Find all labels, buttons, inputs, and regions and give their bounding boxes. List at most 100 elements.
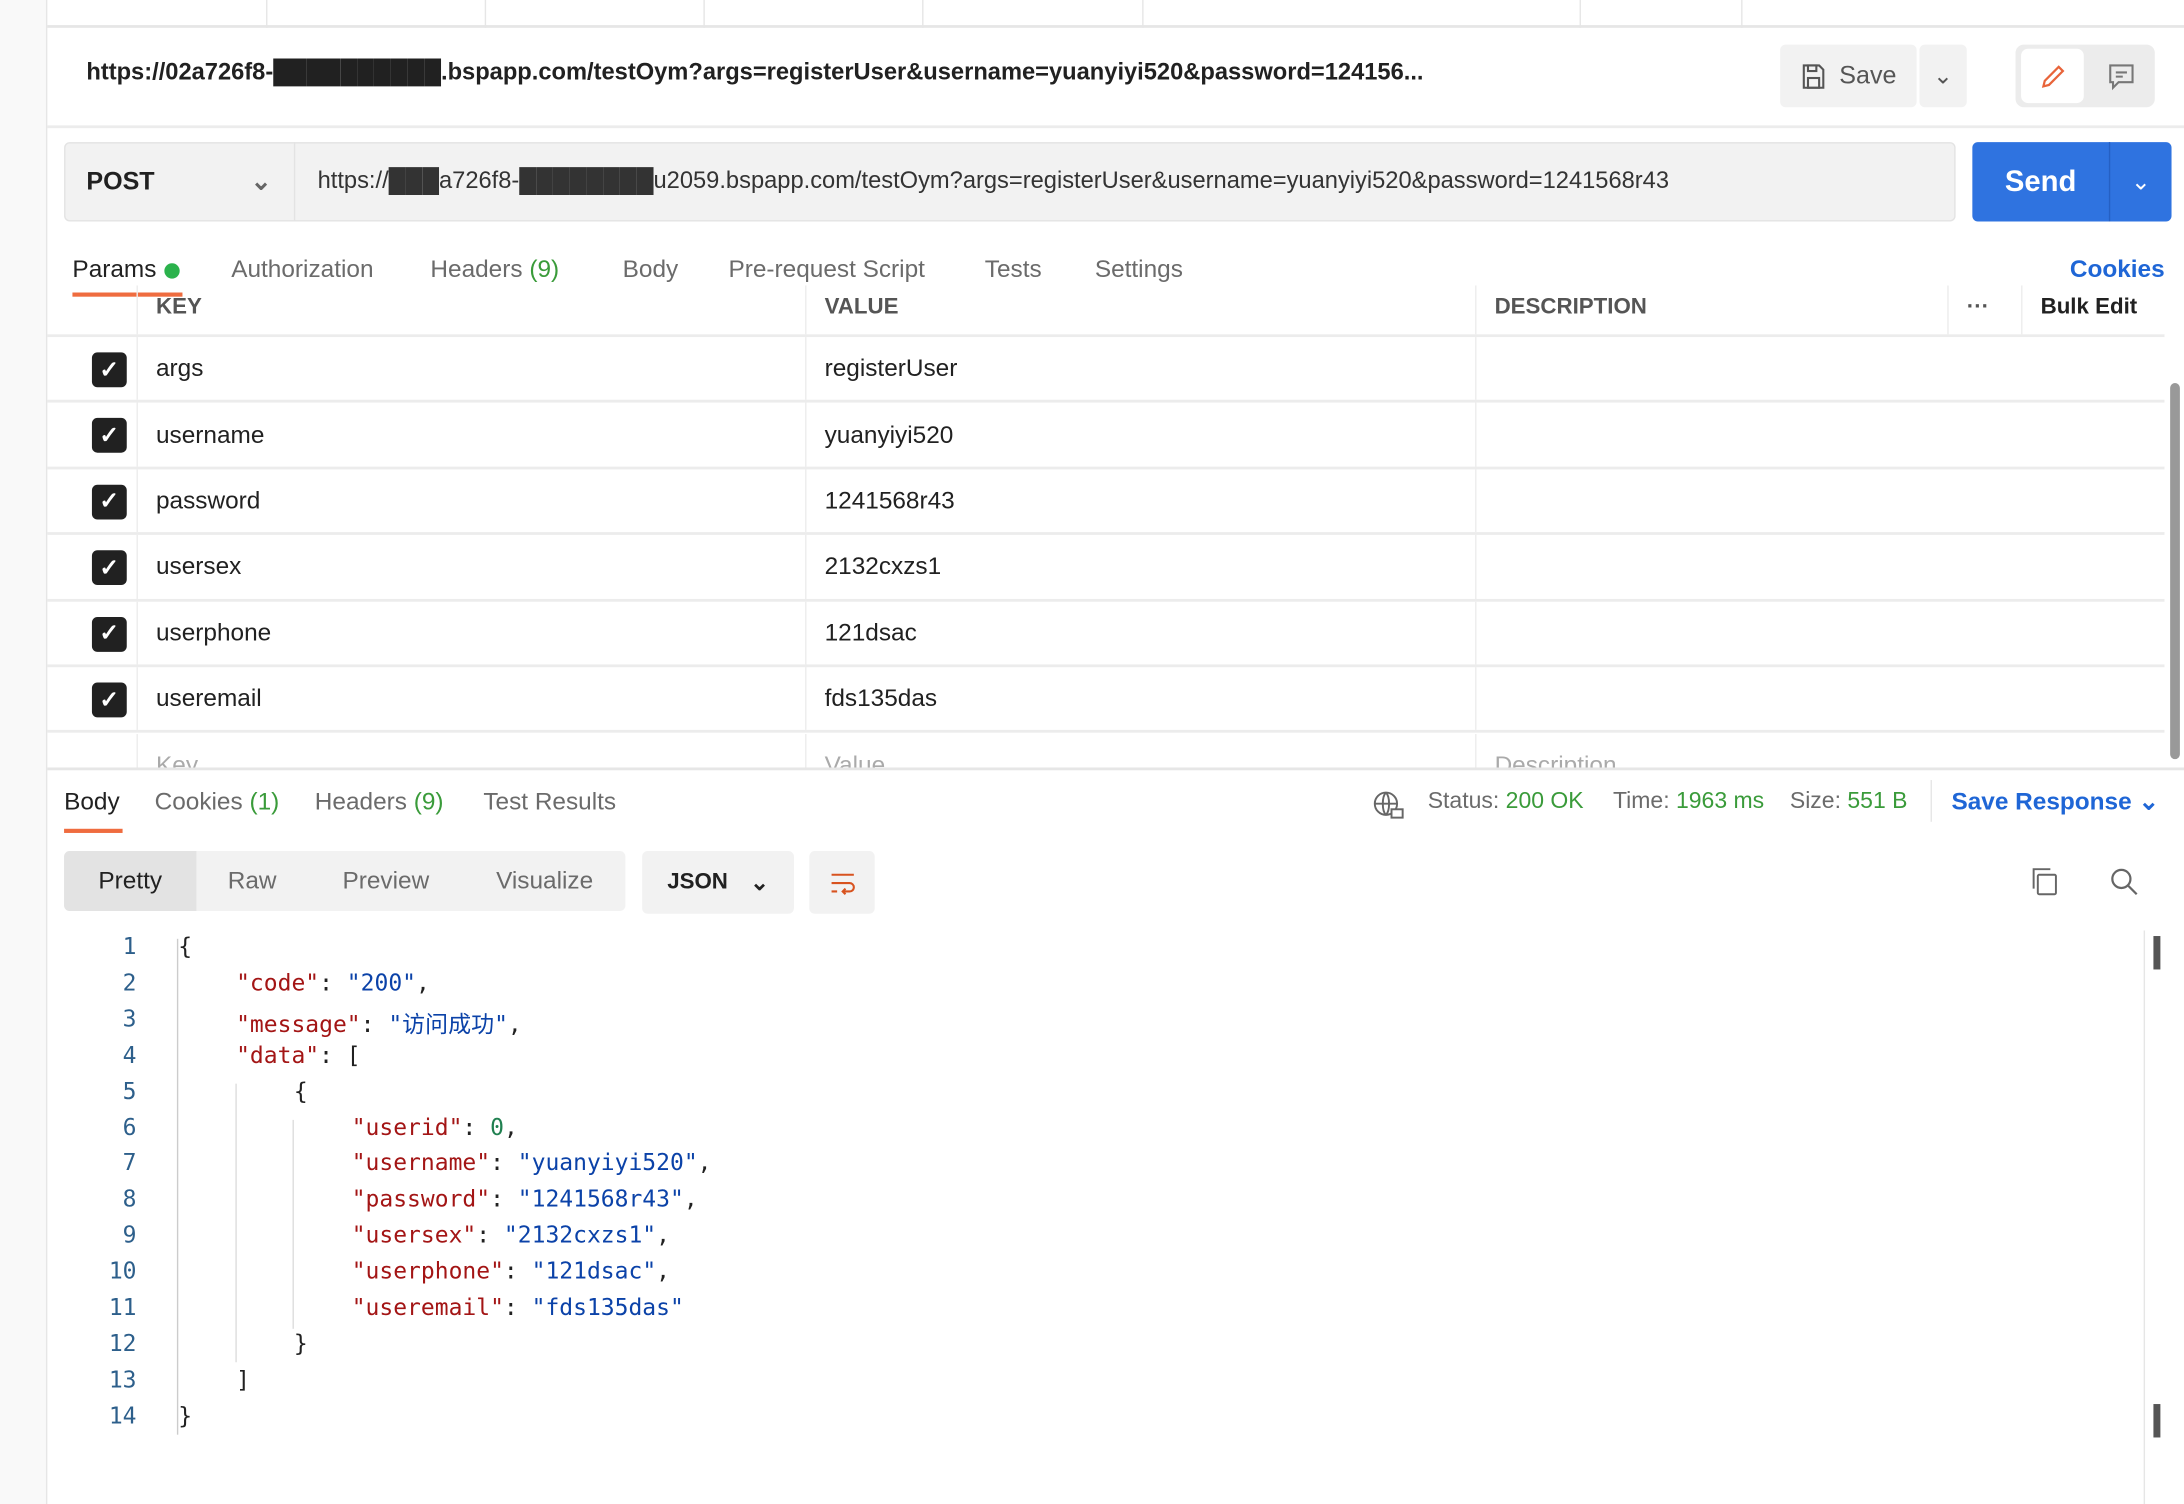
empty-param-row: Key Value Description	[47, 734, 2164, 769]
param-value[interactable]: registerUser	[805, 337, 1475, 401]
param-value[interactable]: 2132cxzs1	[805, 535, 1475, 599]
view-visualize[interactable]: Visualize	[464, 851, 626, 911]
param-checkbox[interactable]: ✓	[91, 352, 127, 388]
params-active-dot	[164, 263, 181, 279]
param-description[interactable]	[1475, 337, 2164, 401]
save-dropdown-button[interactable]: ⌄	[1919, 44, 1967, 108]
line-number: 7	[122, 1149, 137, 1177]
send-dropdown-button[interactable]: ⌄	[2108, 142, 2172, 222]
request-tab[interactable]	[1581, 0, 1743, 28]
view-raw[interactable]: Raw	[196, 851, 307, 911]
param-key[interactable]: password	[136, 469, 806, 533]
param-key[interactable]: usersex	[136, 535, 806, 599]
param-description[interactable]	[1475, 535, 2164, 599]
send-button[interactable]: Send	[1972, 142, 2109, 221]
request-tab[interactable]	[267, 0, 487, 28]
save-icon	[1803, 63, 1826, 89]
request-tab-strip	[47, 0, 2184, 28]
tab-label: Headers	[314, 786, 407, 815]
param-value[interactable]: yuanyiyi520	[805, 403, 1475, 467]
tab-settings[interactable]: Settings	[1095, 255, 1183, 284]
request-tab[interactable]	[923, 0, 1144, 28]
response-tab-test-results[interactable]: Test Results	[483, 787, 616, 816]
response-divider[interactable]	[47, 767, 2184, 771]
url-input[interactable]: https://███a726f8-████████u2059.bspapp.c…	[318, 167, 1934, 195]
copy-icon[interactable]	[2028, 865, 2061, 905]
line-number: 10	[108, 1257, 137, 1285]
param-description[interactable]	[1475, 601, 2164, 665]
code-line: {	[178, 933, 193, 960]
tab-authorization[interactable]: Authorization	[231, 255, 373, 284]
more-options-button[interactable]: ···	[1947, 285, 2021, 335]
tab-params[interactable]: Params	[72, 255, 181, 284]
tab-headers[interactable]: Headers (9)	[430, 255, 559, 284]
view-preview[interactable]: Preview	[308, 851, 464, 911]
status-readout[interactable]: Status: 200 OK	[1428, 788, 1584, 814]
request-title[interactable]: https://02a726f8-██████████.bspapp.com/t…	[86, 59, 1716, 87]
request-tab[interactable]	[1361, 0, 1581, 28]
tab-tests[interactable]: Tests	[985, 255, 1042, 284]
comments-button[interactable]	[2089, 49, 2152, 103]
param-key[interactable]: userphone	[136, 601, 806, 665]
request-tab[interactable]	[705, 0, 924, 28]
view-pretty[interactable]: Pretty	[64, 851, 197, 911]
comment-icon	[2108, 63, 2133, 90]
param-checkbox[interactable]: ✓	[91, 682, 127, 718]
code-line: }	[293, 1330, 308, 1357]
params-scrollbar[interactable]	[2170, 383, 2180, 760]
divider	[47, 125, 2184, 129]
code-line: "userid": 0,	[351, 1113, 518, 1141]
tab-body[interactable]: Body	[623, 255, 679, 284]
edit-button[interactable]	[2021, 48, 2084, 104]
line-number: 4	[122, 1041, 137, 1068]
time-readout[interactable]: Time: 1963 ms	[1613, 788, 1764, 814]
param-key[interactable]: args	[136, 337, 806, 401]
active-tab-indicator	[64, 828, 123, 833]
headers-count: (9)	[529, 254, 560, 283]
key-input[interactable]: Key	[136, 734, 806, 769]
param-row: ✓ usersex 2132cxzs1	[47, 535, 2165, 602]
size-readout[interactable]: Size: 551 B	[1790, 788, 1908, 814]
save-response-label: Save Response	[1951, 786, 2132, 815]
param-description[interactable]	[1475, 667, 2164, 731]
format-select[interactable]: JSON ⌄	[642, 851, 794, 914]
method-select[interactable]: POST ⌄	[64, 142, 296, 222]
response-tab-headers[interactable]: Headers (9)	[315, 787, 444, 816]
editor-scrollbar[interactable]	[2143, 930, 2146, 1504]
param-key[interactable]: useremail	[136, 667, 806, 731]
param-description[interactable]	[1475, 469, 2164, 533]
code-line: "useremail": "fds135das"	[351, 1294, 684, 1321]
description-input[interactable]: Description	[1475, 734, 2164, 769]
size-value: 551 B	[1847, 788, 1908, 814]
param-row: ✓ userphone 121dsac	[47, 601, 2165, 668]
param-value[interactable]: 121dsac	[805, 601, 1475, 665]
cookies-link[interactable]: Cookies	[2070, 255, 2165, 284]
response-tab-body[interactable]: Body	[64, 787, 120, 816]
headers-count: (9)	[413, 786, 444, 815]
param-key[interactable]: username	[136, 403, 806, 467]
param-value[interactable]: 1241568r43	[805, 469, 1475, 533]
param-checkbox[interactable]: ✓	[91, 550, 127, 586]
scroll-marker	[2153, 936, 2161, 970]
tab-pre-request-script[interactable]: Pre-request Script	[728, 255, 924, 284]
line-number: 1	[122, 933, 137, 960]
param-description[interactable]	[1475, 403, 2164, 467]
save-button[interactable]: Save	[1780, 44, 1917, 108]
bulk-edit-button[interactable]: Bulk Edit	[2021, 285, 2164, 335]
request-tab[interactable]	[486, 0, 705, 28]
globe-lock-icon[interactable]	[1372, 788, 1405, 828]
response-tab-cookies[interactable]: Cookies (1)	[155, 787, 280, 816]
search-icon[interactable]	[2107, 865, 2140, 905]
request-tab[interactable]	[47, 0, 268, 28]
param-checkbox[interactable]: ✓	[91, 418, 127, 454]
param-value[interactable]: fds135das	[805, 667, 1475, 731]
wrap-lines-button[interactable]	[809, 851, 875, 914]
save-response-button[interactable]: Save Response ⌄	[1951, 787, 2158, 816]
line-number: 11	[108, 1294, 137, 1321]
param-checkbox[interactable]: ✓	[91, 484, 127, 520]
left-sidebar	[0, 0, 48, 1504]
param-checkbox[interactable]: ✓	[91, 616, 127, 652]
value-input[interactable]: Value	[805, 734, 1475, 769]
method-value: POST	[86, 167, 155, 196]
time-value: 1963 ms	[1675, 788, 1765, 814]
